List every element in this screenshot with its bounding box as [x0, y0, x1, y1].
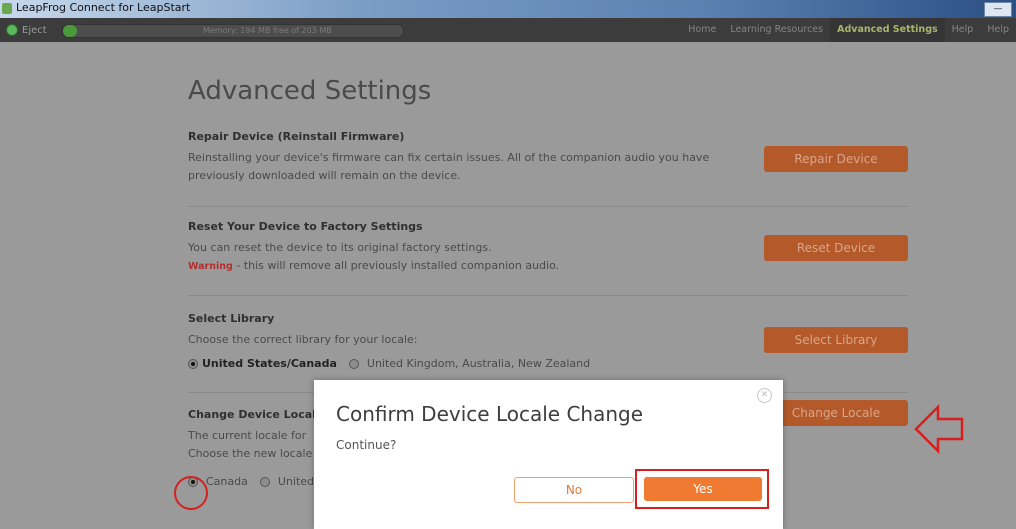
memory-bar: Memory: 194 MB free of 203 MB: [62, 24, 404, 38]
annotation-highlight-box: [635, 469, 769, 509]
divider: [188, 295, 908, 296]
reset-desc: You can reset the device to its original…: [188, 239, 718, 276]
top-nav: Home Learning Resources Advanced Setting…: [681, 18, 1016, 42]
library-title: Select Library: [188, 312, 275, 325]
toolbar: Eject Memory: 194 MB free of 203 MB Home…: [0, 18, 1016, 42]
radio-uk-au-nz[interactable]: [348, 358, 359, 369]
library-section: Select Library Choose the correct librar…: [188, 312, 908, 370]
reset-desc-text: You can reset the device to its original…: [188, 241, 492, 254]
page-title: Advanced Settings: [188, 76, 432, 106]
eject-button[interactable]: Eject: [6, 23, 47, 37]
close-icon[interactable]: ✕: [757, 388, 772, 403]
confirm-dialog: ✕ Confirm Device Locale Change Continue?…: [314, 380, 783, 529]
nav-learning-resources[interactable]: Learning Resources: [723, 18, 830, 42]
repair-device-button[interactable]: Repair Device: [764, 146, 908, 172]
memory-fill: [63, 25, 77, 37]
library-options: United States/Canada United Kingdom, Aus…: [188, 357, 908, 370]
repair-title: Repair Device (Reinstall Firmware): [188, 130, 405, 143]
annotation-arrow-icon: [914, 404, 964, 454]
nav-help-2[interactable]: Help: [980, 18, 1016, 42]
select-library-button[interactable]: Select Library: [764, 327, 908, 353]
eject-label: Eject: [22, 24, 47, 36]
app-icon: [2, 3, 12, 14]
library-desc: Choose the correct library for your loca…: [188, 333, 418, 346]
dialog-message: Continue?: [336, 438, 397, 452]
reset-section: Reset Your Device to Factory Settings Yo…: [188, 220, 908, 276]
memory-text: Memory: 194 MB free of 203 MB: [203, 26, 332, 35]
radio-us-canada[interactable]: [188, 358, 198, 369]
warning-text: - this will remove all previously instal…: [232, 259, 560, 272]
radio-united-label: United: [277, 475, 315, 488]
nav-help[interactable]: Help: [945, 18, 981, 42]
change-locale-button[interactable]: Change Locale: [764, 400, 908, 426]
annotation-circle: [174, 476, 208, 510]
dialog-title: Confirm Device Locale Change: [336, 402, 644, 426]
nav-advanced-settings[interactable]: Advanced Settings: [830, 18, 945, 42]
minimize-button[interactable]: —: [984, 2, 1012, 17]
no-button[interactable]: No: [514, 477, 634, 503]
window-title-bar: LeapFrog Connect for LeapStart —: [0, 0, 1016, 18]
nav-home[interactable]: Home: [681, 18, 723, 42]
reset-device-button[interactable]: Reset Device: [764, 235, 908, 261]
radio-united[interactable]: [259, 476, 270, 487]
divider: [188, 206, 908, 207]
radio-us-canada-label: United States/Canada: [202, 357, 337, 370]
reset-warning: Warning - this will remove all previousl…: [188, 257, 718, 276]
repair-desc: Reinstalling your device's firmware can …: [188, 151, 710, 182]
repair-section: Repair Device (Reinstall Firmware) Reins…: [188, 130, 908, 185]
radio-canada-label: Canada: [206, 475, 248, 488]
eject-icon: [6, 24, 18, 36]
warning-label: Warning: [188, 261, 233, 272]
window-title: LeapFrog Connect for LeapStart: [16, 1, 191, 14]
reset-title: Reset Your Device to Factory Settings: [188, 220, 423, 233]
radio-uk-au-nz-label: United Kingdom, Australia, New Zealand: [366, 357, 591, 370]
